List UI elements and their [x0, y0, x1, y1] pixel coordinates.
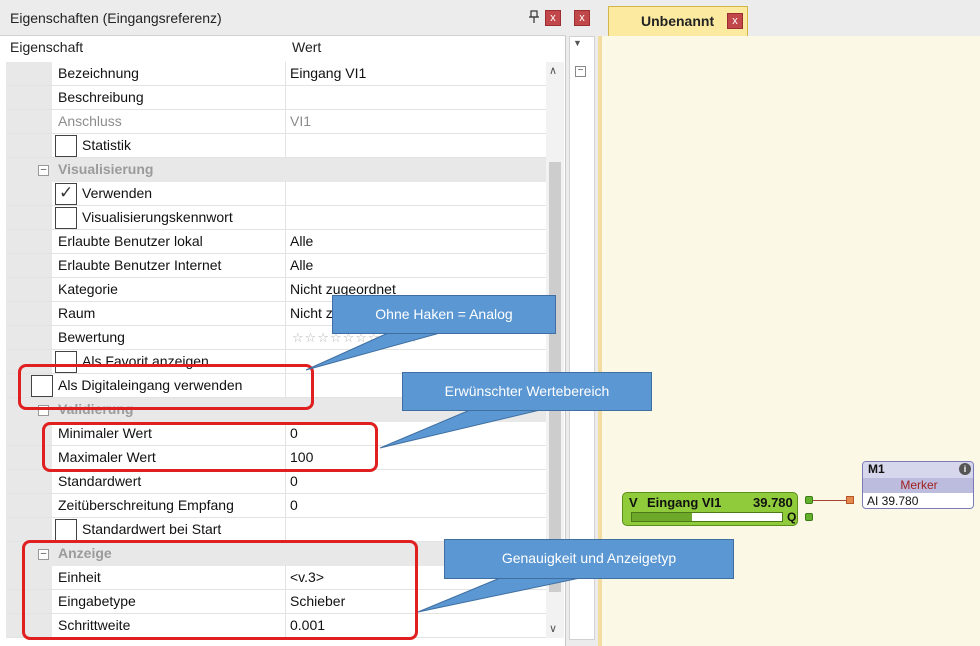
row-label: Erlaubte Benutzer Internet [58, 257, 222, 273]
row-label: Bezeichnung [58, 65, 139, 81]
highlight-digitaleingang [18, 364, 314, 410]
statistik-checkbox[interactable] [55, 135, 77, 157]
connection-wire[interactable] [813, 500, 847, 501]
row-label: Kategorie [58, 281, 118, 297]
output-pin[interactable] [805, 496, 813, 504]
callout-analog: Ohne Haken = Analog [332, 295, 556, 334]
pin-icon[interactable] [528, 10, 540, 24]
block-name: Eingang VI1 [647, 495, 722, 510]
panel-close-button[interactable]: x [545, 10, 561, 26]
highlight-anzeige [22, 540, 418, 640]
block-type: Merker [863, 478, 973, 493]
row-label: Anschluss [58, 113, 122, 129]
collapse-icon[interactable]: − [38, 165, 49, 176]
block-value: 39.780 [753, 495, 793, 510]
row-benutzer-lokal[interactable]: Erlaubte Benutzer lokal Alle [6, 230, 546, 254]
block-type-letter: V [629, 495, 638, 510]
row-zeitueberschreitung[interactable]: Zeitüberschreitung Empfang 0 [6, 494, 546, 518]
row-label: Beschreibung [58, 89, 144, 105]
row-value[interactable]: 0 [290, 473, 298, 489]
row-value[interactable]: Alle [290, 257, 313, 273]
input-block-vi1[interactable]: V Eingang VI1 39.780 Q [622, 492, 798, 526]
row-statistik[interactable]: Statistik [6, 134, 546, 158]
row-label: Standardwert bei Start [82, 521, 222, 537]
block-name: M1 [868, 462, 885, 476]
callout-text: Ohne Haken = Analog [375, 306, 513, 322]
level-bar-fill [632, 513, 692, 521]
row-label: Erlaubte Benutzer lokal [58, 233, 203, 249]
checkmark-icon: ✓ [59, 183, 74, 202]
output-pin-q[interactable] [805, 513, 813, 521]
row-value[interactable]: Alle [290, 233, 313, 249]
info-icon[interactable]: i [959, 463, 971, 475]
row-anschluss: Anschluss VI1 [6, 110, 546, 134]
callout-text: Erwünschter Wertebereich [444, 383, 610, 399]
chevron-down-icon[interactable]: ▼ [573, 38, 582, 48]
tab-close-button[interactable]: x [727, 13, 743, 29]
verwenden-checkbox[interactable]: ✓ [55, 183, 77, 205]
scroll-down-icon[interactable]: ∨ [549, 622, 557, 635]
panel-title: Eigenschaften (Eingangsreferenz) [10, 10, 222, 26]
row-label: Standardwert [58, 473, 142, 489]
highlight-wertebereich [42, 422, 378, 472]
section-visualisierung[interactable]: − Visualisierung [6, 158, 546, 182]
callout-text: Genauigkeit und Anzeigetyp [501, 550, 677, 566]
row-bezeichnung[interactable]: Bezeichnung Eingang VI1 [6, 62, 546, 86]
document-tabbar: Unbenannt x [598, 0, 980, 36]
row-value[interactable]: Eingang VI1 [290, 65, 366, 81]
panel-header: Eigenschaften (Eingangsreferenz) x [0, 0, 566, 36]
tree-collapse-icon[interactable]: − [575, 66, 586, 77]
row-label: Bewertung [58, 329, 125, 345]
column-header-property[interactable]: Eigenschaft [10, 39, 83, 63]
input-pin[interactable] [846, 496, 854, 504]
tab-label: Unbenannt [641, 13, 715, 29]
scroll-up-icon[interactable]: ∧ [549, 64, 557, 77]
column-header-value[interactable]: Wert [292, 39, 321, 63]
block-input-value: AI 39.780 [867, 494, 919, 508]
row-benutzer-internet[interactable]: Erlaubte Benutzer Internet Alle [6, 254, 546, 278]
row-visualisierungskennwort[interactable]: Visualisierungskennwort [6, 206, 546, 230]
standardwert-start-checkbox[interactable] [55, 519, 77, 541]
row-value[interactable]: 0 [290, 497, 298, 513]
row-label: Verwenden [82, 185, 153, 201]
level-bar [631, 512, 783, 522]
callout-genauigkeit: Genauigkeit und Anzeigetyp [444, 539, 734, 579]
row-label: Zeitüberschreitung Empfang [58, 497, 234, 513]
output-q-label: Q [787, 510, 797, 524]
row-label: Visualisierungskennwort [82, 209, 233, 225]
strip-close-button[interactable]: x [574, 10, 590, 26]
row-label: Raum [58, 305, 96, 321]
row-label: Statistik [82, 137, 132, 153]
section-label: Visualisierung [58, 161, 154, 177]
row-value[interactable]: Nicht z [290, 305, 333, 321]
kennwort-checkbox[interactable] [55, 207, 77, 229]
row-beschreibung[interactable]: Beschreibung [6, 86, 546, 110]
memory-block-m1[interactable]: M1 i Merker AI 39.780 [862, 461, 974, 509]
row-value: VI1 [290, 113, 312, 129]
tab-unbenannt[interactable]: Unbenannt x [608, 6, 748, 36]
callout-wertebereich: Erwünschter Wertebereich [402, 372, 652, 411]
row-standardwert[interactable]: Standardwert 0 [6, 470, 546, 494]
row-verwenden[interactable]: ✓ Verwenden [6, 182, 546, 206]
